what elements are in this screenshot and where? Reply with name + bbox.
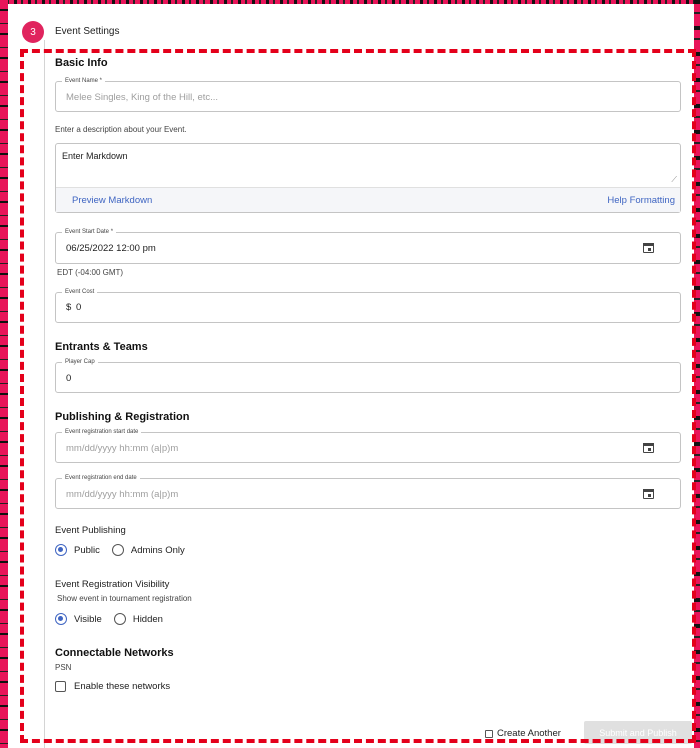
form-footer: Create Another Submit and Publish [55, 719, 692, 744]
radio-visible-label: Visible [74, 613, 102, 625]
enable-networks-checkbox[interactable] [55, 681, 66, 692]
background-texture-left [0, 0, 8, 748]
preview-markdown-link[interactable]: Preview Markdown [72, 195, 152, 206]
step-rail [44, 40, 45, 748]
registration-end-placeholder: mm/dd/yyyy hh:mm (a|p)m [66, 489, 179, 500]
registration-end-field[interactable]: Event registration end date mm/dd/yyyy h… [55, 474, 681, 509]
registration-visibility-hint: Show event in tournament registration [57, 594, 192, 603]
radio-public-label: Public [74, 544, 100, 556]
markdown-toolbar: Preview Markdown Help Formatting [56, 188, 680, 212]
enable-networks-label: Enable these networks [74, 681, 171, 692]
network-name: PSN [55, 663, 72, 672]
player-cap-value: 0 [66, 373, 72, 384]
step-number-badge: 3 [22, 21, 44, 43]
radio-public[interactable] [55, 544, 67, 556]
create-another-option[interactable]: Create Another [485, 728, 561, 739]
registration-start-placeholder: mm/dd/yyyy hh:mm (a|p)m [66, 443, 179, 454]
event-cost-field[interactable]: Event Cost $ 0 [55, 288, 681, 323]
event-start-date-value: 06/25/2022 12:00 pm [66, 243, 156, 254]
registration-visibility-label: Event Registration Visibility [55, 579, 170, 590]
event-name-label: Event Name * [62, 77, 106, 85]
create-another-checkbox[interactable] [485, 729, 493, 738]
player-cap-label: Player Cap [62, 358, 98, 366]
currency-symbol: $ [66, 302, 72, 313]
help-formatting-link[interactable]: Help Formatting [607, 195, 675, 206]
enable-networks-row: Enable these networks [55, 681, 170, 692]
section-heading-basic-info: Basic Info [55, 57, 108, 69]
radio-hidden-label: Hidden [132, 613, 163, 625]
description-hint: Enter a description about your Event. [55, 125, 187, 134]
section-heading-networks: Connectable Networks [55, 647, 174, 659]
event-settings-panel: 3 Event Settings Basic Info Event Name *… [8, 4, 696, 748]
section-heading-entrants: Entrants & Teams [55, 341, 148, 353]
registration-visibility-radio-group: Visible Hidden [55, 613, 163, 625]
resize-handle-icon[interactable]: ⟋ [671, 175, 677, 185]
background-texture-right [694, 0, 700, 748]
event-name-placeholder: Melee Singles, King of the Hill, etc... [66, 92, 219, 103]
radio-admins-only[interactable] [111, 544, 124, 556]
player-cap-field[interactable]: Player Cap 0 [55, 358, 681, 393]
create-another-label: Create Another [497, 728, 561, 739]
timezone-label: EDT (-04:00 GMT) [57, 268, 124, 277]
calendar-icon[interactable] [643, 442, 654, 453]
registration-end-label: Event registration end date [62, 474, 140, 482]
radio-admins-only-label: Admins Only [130, 544, 185, 556]
event-publishing-radio-group: Public Admins Only [55, 544, 185, 556]
markdown-editor: Enter Markdown ⟋ Preview Markdown Help F… [55, 143, 681, 213]
event-start-date-field[interactable]: Event Start Date * 06/25/2022 12:00 pm [55, 228, 681, 264]
radio-visible[interactable] [55, 613, 67, 625]
submit-and-publish-button[interactable]: Submit and Publish [584, 721, 692, 744]
calendar-icon[interactable] [643, 488, 654, 499]
calendar-icon[interactable] [643, 242, 654, 253]
radio-hidden[interactable] [113, 613, 126, 625]
registration-start-field[interactable]: Event registration start date mm/dd/yyyy… [55, 428, 681, 463]
event-start-date-label: Event Start Date * [62, 228, 117, 236]
registration-start-label: Event registration start date [62, 428, 142, 436]
markdown-input[interactable]: Enter Markdown ⟋ [56, 144, 680, 188]
event-cost-label: Event Cost [62, 288, 98, 296]
step-title: Event Settings [55, 26, 120, 37]
event-settings-form: Basic Info Event Name * Melee Singles, K… [55, 54, 692, 744]
markdown-placeholder: Enter Markdown [62, 151, 128, 161]
event-name-field[interactable]: Event Name * Melee Singles, King of the … [55, 77, 681, 112]
section-heading-publishing: Publishing & Registration [55, 411, 190, 423]
event-cost-value: 0 [76, 302, 82, 313]
event-publishing-label: Event Publishing [55, 525, 126, 536]
